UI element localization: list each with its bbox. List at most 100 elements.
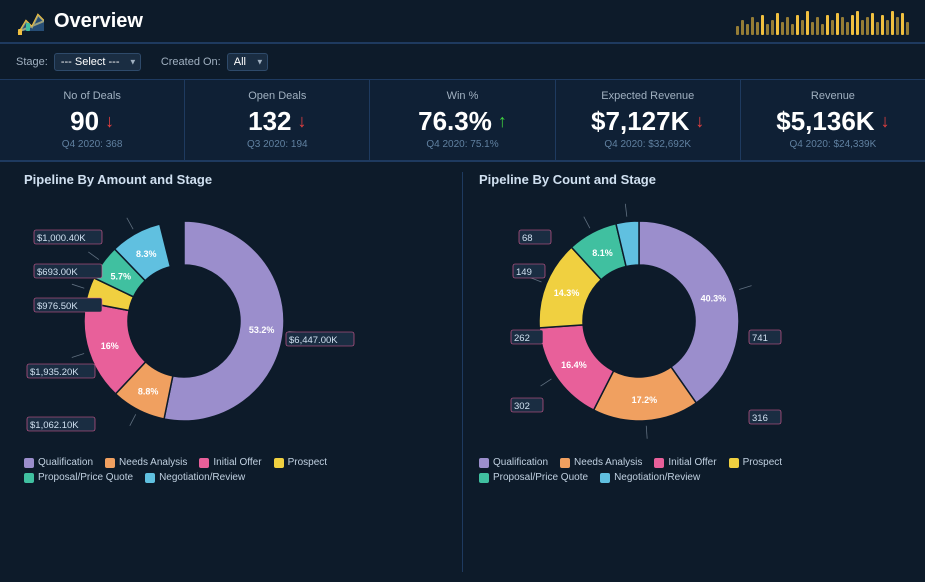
legend-color-box (24, 473, 34, 483)
header-sparkline (736, 7, 909, 35)
donut-connector-line (739, 286, 751, 290)
legend-label: Negotiation/Review (159, 472, 245, 483)
stage-label: Stage: (16, 56, 48, 68)
metric-prev: Q4 2020: $32,692K (572, 139, 724, 150)
metric-title: Expected Revenue (572, 90, 724, 102)
donut-pct-label: 16% (101, 341, 119, 351)
legend-item: Initial Offer (654, 457, 716, 468)
metric-prev: Q4 2020: $24,339K (757, 139, 909, 150)
metric-prev: Q4 2020: 368 (16, 139, 168, 150)
donut-pct-label: 16.4% (561, 360, 587, 370)
legend-item: Proposal/Price Quote (479, 472, 588, 483)
metric-arrow: ↓ (695, 111, 704, 132)
donut-connector-line (584, 217, 590, 228)
legend-item: Prospect (274, 457, 327, 468)
legend-color-box (24, 458, 34, 468)
legend-color-box (105, 458, 115, 468)
metric-title: Win % (386, 90, 538, 102)
donut-pct-label: 53.2% (249, 325, 275, 335)
legend-label: Needs Analysis (119, 457, 187, 468)
stage-filter-group: Stage: --- Select --- (16, 53, 141, 71)
metric-arrow: ↓ (881, 111, 890, 132)
metric-value-row: $5,136K ↓ (757, 106, 909, 137)
donut-external-label: $1,062.10K (30, 420, 79, 431)
created-select-wrapper[interactable]: All (227, 53, 268, 71)
chart1-legend: Qualification Needs Analysis Initial Off… (24, 457, 446, 483)
legend-label: Initial Offer (213, 457, 261, 468)
donut-pct-label: 5.7% (110, 271, 131, 281)
chart2-legend: Qualification Needs Analysis Initial Off… (479, 457, 901, 483)
donut-connector-line (646, 426, 647, 439)
legend-color-box (199, 458, 209, 468)
legend-label: Proposal/Price Quote (38, 472, 133, 483)
chart-panel-count: Pipeline By Count and Stage 40.3% 17.2% 16… (471, 172, 909, 572)
donut-external-label: 302 (514, 401, 530, 412)
legend-item: Negotiation/Review (145, 472, 245, 483)
donut-connector-line (541, 379, 552, 386)
page-title: Overview (54, 10, 143, 33)
metrics-row: No of Deals 90 ↓ Q4 2020: 368 Open Deals… (0, 80, 925, 162)
metric-value-row: 90 ↓ (16, 106, 168, 137)
donut-connector-line (625, 204, 627, 217)
legend-label: Prospect (743, 457, 782, 468)
legend-label: Initial Offer (668, 457, 716, 468)
legend-color-box (654, 458, 664, 468)
filters-bar: Stage: --- Select --- Created On: All (0, 44, 925, 80)
metric-card: Revenue $5,136K ↓ Q4 2020: $24,339K (741, 80, 925, 160)
charts-area: Pipeline By Amount and Stage 53.2% 8.8% 16… (0, 162, 925, 582)
donut-chart-amount: 53.2%8.8%16%5.7%8.3%$1,000.40K$693.00K$9… (24, 193, 364, 453)
stage-select[interactable]: --- Select --- (54, 53, 141, 71)
donut-segment (164, 221, 284, 421)
stage-select-wrapper[interactable]: --- Select --- (54, 53, 141, 71)
donut-pct-label: 8.8% (138, 386, 159, 396)
chart2-container: 40.3%17.2%16.4%14.3%8.1%6814926230274131… (479, 193, 901, 453)
created-select[interactable]: All (227, 53, 268, 71)
legend-item: Needs Analysis (560, 457, 642, 468)
donut-chart-count: 40.3%17.2%16.4%14.3%8.1%6814926230274131… (479, 193, 819, 453)
legend-color-box (600, 473, 610, 483)
metric-title: Open Deals (201, 90, 353, 102)
chart-icon (16, 7, 44, 35)
legend-color-box (274, 458, 284, 468)
donut-connector-line (88, 252, 99, 260)
metric-value: 132 (248, 106, 291, 137)
legend-color-box (479, 458, 489, 468)
donut-external-label: $976.50K (37, 301, 78, 312)
created-label: Created On: (161, 56, 221, 68)
metric-value: $5,136K (776, 106, 874, 137)
donut-pct-label: 40.3% (701, 294, 727, 304)
donut-external-label: 316 (752, 413, 768, 424)
header-left: Overview (16, 7, 143, 35)
metric-value-row: $7,127K ↓ (572, 106, 724, 137)
created-filter-group: Created On: All (161, 53, 268, 71)
donut-connector-line (72, 284, 84, 288)
metric-title: No of Deals (16, 90, 168, 102)
header: Overview (0, 0, 925, 44)
metric-arrow: ↓ (105, 111, 114, 132)
metric-title: Revenue (757, 90, 909, 102)
legend-label: Qualification (493, 457, 548, 468)
metric-arrow: ↓ (298, 111, 307, 132)
donut-connector-line (127, 218, 133, 229)
metric-card: Open Deals 132 ↓ Q3 2020: 194 (185, 80, 370, 160)
donut-pct-label: 8.1% (592, 248, 613, 258)
metric-arrow: ↑ (498, 111, 507, 132)
donut-connector-line (72, 353, 84, 357)
metric-value: $7,127K (591, 106, 689, 137)
donut-pct-label: 17.2% (632, 395, 658, 405)
chart1-title: Pipeline By Amount and Stage (24, 172, 446, 187)
chart2-title: Pipeline By Count and Stage (479, 172, 901, 187)
legend-item: Qualification (24, 457, 93, 468)
donut-external-label: 149 (516, 267, 532, 278)
metric-card: No of Deals 90 ↓ Q4 2020: 368 (0, 80, 185, 160)
legend-item: Needs Analysis (105, 457, 187, 468)
legend-label: Negotiation/Review (614, 472, 700, 483)
donut-external-label: 262 (514, 333, 530, 344)
donut-external-label: $1,000.40K (37, 233, 86, 244)
metric-prev: Q3 2020: 194 (201, 139, 353, 150)
donut-pct-label: 8.3% (136, 249, 157, 259)
donut-external-label: 68 (522, 233, 533, 244)
donut-pct-label: 14.3% (554, 288, 580, 298)
charts-divider (462, 172, 463, 572)
legend-label: Qualification (38, 457, 93, 468)
